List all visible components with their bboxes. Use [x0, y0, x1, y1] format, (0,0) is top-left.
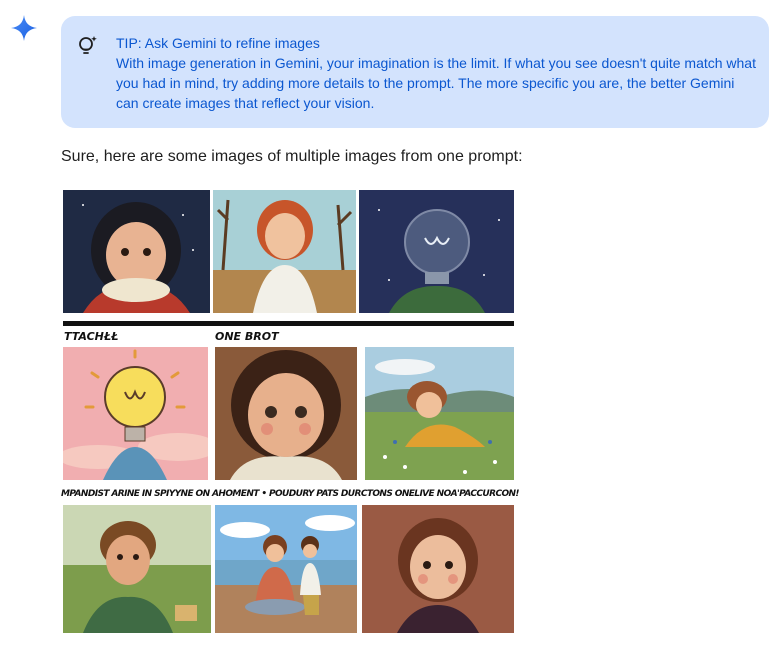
image-lightbulb-head[interactable]	[359, 190, 514, 313]
comic-separator-bar	[63, 321, 514, 326]
tip-card: TIP: Ask Gemini to refine images With im…	[61, 16, 769, 128]
image-boy-green-field[interactable]	[63, 505, 211, 633]
collage-tag: GEMINI A	[64, 317, 85, 322]
image-girl-portrait[interactable]	[362, 505, 514, 633]
collage-caption-long: MPANDIST ARINE IN SPIYYNE ON AHOMENT • P…	[61, 489, 520, 499]
tip-title: TIP: Ask Gemini to refine images	[116, 35, 320, 51]
collage-caption-right: ONE BROT	[215, 330, 279, 343]
gemini-sparkle-icon	[10, 14, 38, 42]
image-redhead-girl-savanna[interactable]	[213, 190, 356, 313]
image-girl-in-grass[interactable]	[365, 347, 514, 480]
response-intro: Sure, here are some images of multiple i…	[61, 148, 523, 165]
image-girl-red-cloak[interactable]	[63, 190, 210, 313]
image-girl-scarf-closeup[interactable]	[215, 347, 357, 480]
image-lightbulb-pink[interactable]	[63, 347, 208, 480]
lightbulb-sparkle-icon	[77, 34, 99, 58]
generated-image-collage[interactable]: GEMINI A TTACHŁŁ ONE BROT MPANDIST ARINE…	[61, 187, 520, 635]
tip-body: With image generation in Gemini, your im…	[116, 55, 756, 111]
collage-caption-left: TTACHŁŁ	[64, 330, 119, 343]
image-couple-on-beach[interactable]	[215, 505, 357, 633]
